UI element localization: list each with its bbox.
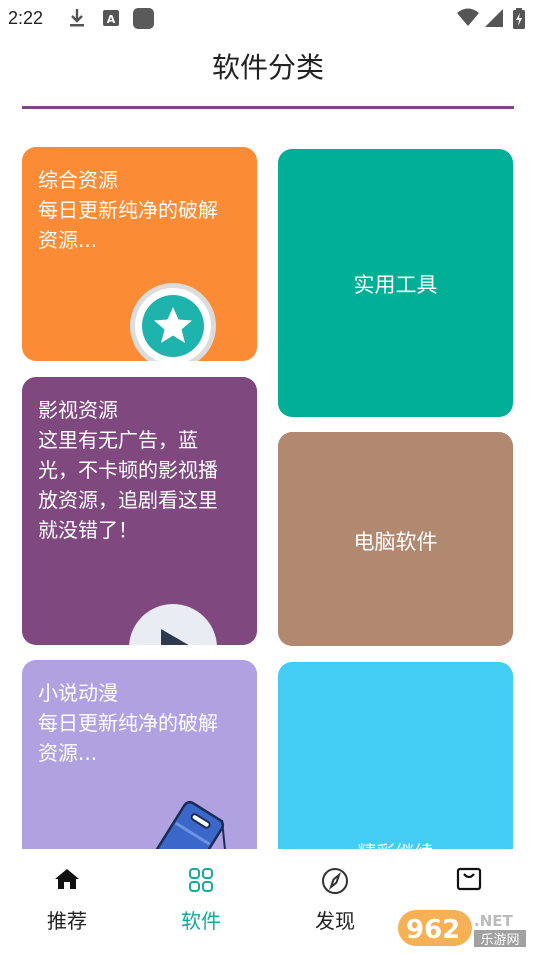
compass-icon xyxy=(321,867,349,899)
card-description: 每日更新纯净的破解资源... xyxy=(38,711,218,765)
nav-item-discover[interactable]: 发现 xyxy=(268,849,402,954)
category-card-pc[interactable]: 电脑软件 xyxy=(278,432,513,646)
status-bar: 2:22 A xyxy=(0,0,536,36)
star-badge-icon xyxy=(128,281,218,361)
watermark-suffix: .NET xyxy=(474,912,513,930)
nav-item-software[interactable]: 软件 xyxy=(134,849,268,954)
card-description: 每日更新纯净的破解资源... xyxy=(38,198,218,252)
category-card-comprehensive[interactable]: 综合资源 每日更新纯净的破解资源... xyxy=(22,147,257,361)
card-label: 电脑软件 xyxy=(353,530,438,554)
watermark-number: 962 xyxy=(406,915,460,945)
card-label: 实用工具 xyxy=(353,273,438,297)
signal-icon xyxy=(484,8,504,32)
home-icon xyxy=(54,867,80,895)
card-description: 这里有无广告，蓝光，不卡顿的影视播放资源，追剧看这里就没错了！ xyxy=(38,428,218,542)
title-divider xyxy=(22,106,514,109)
card-title: 综合资源 xyxy=(38,168,118,192)
notification-a-icon: A xyxy=(102,8,120,32)
card-title: 影视资源 xyxy=(38,398,118,422)
app-square-icon xyxy=(132,8,154,34)
card-title: 小说动漫 xyxy=(38,681,118,705)
category-card-more[interactable]: 精彩继续 xyxy=(278,662,513,872)
nav-label: 推荐 xyxy=(47,909,87,933)
battery-charging-icon xyxy=(512,8,526,34)
wifi-icon xyxy=(456,8,480,32)
nav-label: 发现 xyxy=(315,909,355,933)
nav-item-recommend[interactable]: 推荐 xyxy=(0,849,134,954)
category-card-video[interactable]: 影视资源 这里有无广告，蓝光，不卡顿的影视播放资源，追剧看这里就没错了！ xyxy=(22,377,257,645)
grid-icon xyxy=(188,867,214,897)
play-badge-icon xyxy=(128,603,218,645)
shop-bag-icon xyxy=(456,867,482,895)
svg-text:A: A xyxy=(107,13,116,26)
watermark-cn: 乐游网 xyxy=(480,933,519,948)
status-time: 2:22 xyxy=(8,8,44,28)
site-watermark: 962 .NET 乐游网 xyxy=(396,906,530,950)
category-card-tools[interactable]: 实用工具 xyxy=(278,149,513,417)
download-icon xyxy=(68,8,86,32)
category-card-novel[interactable]: 小说动漫 每日更新纯净的破解资源... xyxy=(22,660,257,870)
nav-label: 软件 xyxy=(181,909,221,933)
page-title: 软件分类 xyxy=(211,51,324,84)
